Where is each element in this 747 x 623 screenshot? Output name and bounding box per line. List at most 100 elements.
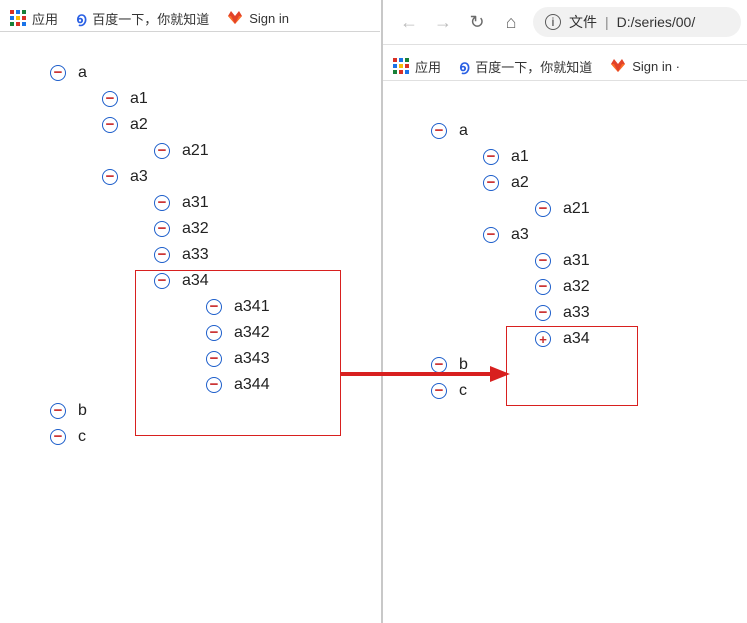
bookmark-apps-label: 应用 [32, 9, 58, 28]
collapse-icon[interactable]: − [50, 65, 66, 81]
tree-node-a32[interactable]: −a32 [154, 216, 270, 242]
bookmark-baidu-label: 百度一下，你就知道 [92, 9, 209, 28]
tree-label: a31 [563, 253, 590, 269]
tree-node-a21[interactable]: −a21 [535, 196, 590, 222]
bookmark-gitlab[interactable]: Sign in · [610, 58, 680, 74]
tree-label: a342 [234, 325, 270, 341]
tree-label: a21 [563, 201, 590, 217]
collapse-icon[interactable]: − [483, 175, 499, 191]
baidu-icon: ൭ [76, 10, 86, 27]
collapse-icon[interactable]: − [102, 91, 118, 107]
collapse-icon[interactable]: − [535, 201, 551, 217]
tree-label: c [459, 383, 467, 399]
separator [383, 80, 747, 81]
tree-label: a3 [511, 227, 529, 243]
tree-node-c[interactable]: −c [431, 378, 590, 404]
tree-label: a33 [563, 305, 590, 321]
baidu-icon: ൭ [459, 58, 469, 75]
tree-node-a[interactable]: −a [431, 118, 590, 144]
tree-node-a[interactable]: −a [50, 60, 270, 86]
collapse-icon[interactable]: − [431, 383, 447, 399]
tree-label: a33 [182, 247, 209, 263]
tree-node-a21[interactable]: −a21 [154, 138, 270, 164]
collapse-icon[interactable]: − [431, 357, 447, 373]
site-info-icon[interactable]: i [545, 14, 561, 30]
bookmark-gitlab[interactable]: Sign in [227, 10, 289, 26]
bookmark-baidu[interactable]: ൭ 百度一下，你就知道 [459, 57, 592, 76]
tree-node-a341[interactable]: −a341 [206, 294, 270, 320]
tree-node-a343[interactable]: −a343 [206, 346, 270, 372]
tree-label: a34 [563, 331, 590, 347]
collapse-icon[interactable]: − [154, 143, 170, 159]
tree-node-a3[interactable]: −a3 [483, 222, 590, 248]
expand-icon[interactable]: + [535, 331, 551, 347]
bookmark-baidu-label: 百度一下，你就知道 [475, 57, 592, 76]
bookmark-bar-left: 应用 ൭ 百度一下，你就知道 Sign in [0, 0, 385, 34]
tree-label: a3 [130, 169, 148, 185]
bookmark-gitlab-label: Sign in · [632, 59, 680, 74]
tree-node-a2[interactable]: −a2 [483, 170, 590, 196]
tree-label: b [78, 403, 87, 419]
collapse-icon[interactable]: − [154, 247, 170, 263]
tree-label: a34 [182, 273, 209, 289]
tree-left: −a −a1 −a2 −a21 −a3 −a31 −a32 −a33 −a34 … [50, 60, 270, 450]
tree-node-b[interactable]: −b [431, 352, 590, 378]
bookmark-apps-label: 应用 [415, 57, 441, 76]
bookmark-baidu[interactable]: ൭ 百度一下，你就知道 [76, 9, 209, 28]
collapse-icon[interactable]: − [206, 351, 222, 367]
address-divider: | [605, 14, 609, 30]
address-path: D:/series/00/ [617, 14, 696, 30]
collapse-icon[interactable]: − [206, 377, 222, 393]
tree-node-a1[interactable]: −a1 [483, 144, 590, 170]
forward-button[interactable]: → [431, 10, 455, 34]
tree-node-a31[interactable]: −a31 [535, 248, 590, 274]
tree-label: a32 [182, 221, 209, 237]
back-button[interactable]: ← [397, 10, 421, 34]
tree-node-a34[interactable]: + a34 [535, 326, 590, 352]
tree-node-a342[interactable]: −a342 [206, 320, 270, 346]
collapse-icon[interactable]: − [535, 279, 551, 295]
tree-node-a32[interactable]: −a32 [535, 274, 590, 300]
collapse-icon[interactable]: − [154, 273, 170, 289]
gitlab-icon [227, 10, 243, 26]
tree-node-a344[interactable]: −a344 [206, 372, 270, 398]
collapse-icon[interactable]: − [50, 403, 66, 419]
address-bar[interactable]: i 文件 | D:/series/00/ [533, 7, 741, 37]
tree-node-a1[interactable]: −a1 [102, 86, 270, 112]
collapse-icon[interactable]: − [431, 123, 447, 139]
tree-label: a [78, 65, 87, 81]
tree-label: a2 [130, 117, 148, 133]
collapse-icon[interactable]: − [206, 325, 222, 341]
browser-toolbar: ← → ↻ ⌂ i 文件 | D:/series/00/ [383, 0, 747, 44]
bookmark-apps[interactable]: 应用 [393, 57, 441, 76]
home-button[interactable]: ⌂ [499, 10, 523, 34]
tree-node-a34[interactable]: −a34 [154, 268, 270, 294]
tree-node-a2[interactable]: −a2 [102, 112, 270, 138]
tree-right: −a −a1 −a2 −a21 −a3 −a31 −a32 −a33 +a34 … [431, 118, 590, 404]
tree-label: a1 [511, 149, 529, 165]
gitlab-icon [610, 58, 626, 74]
collapse-icon[interactable]: − [535, 253, 551, 269]
collapse-icon[interactable]: − [483, 227, 499, 243]
tree-node-b[interactable]: −b [50, 398, 270, 424]
collapse-icon[interactable]: − [535, 305, 551, 321]
collapse-icon[interactable]: − [154, 221, 170, 237]
collapse-icon[interactable]: − [154, 195, 170, 211]
tree-node-a33[interactable]: −a33 [154, 242, 270, 268]
tree-node-a31[interactable]: −a31 [154, 190, 270, 216]
collapse-icon[interactable]: − [102, 117, 118, 133]
collapse-icon[interactable]: − [50, 429, 66, 445]
tree-node-c[interactable]: −c [50, 424, 270, 450]
reload-button[interactable]: ↻ [465, 10, 489, 34]
collapse-icon[interactable]: − [102, 169, 118, 185]
tree-node-a3[interactable]: −a3 [102, 164, 270, 190]
bookmark-apps[interactable]: 应用 [10, 9, 58, 28]
collapse-icon[interactable]: − [483, 149, 499, 165]
separator [0, 31, 380, 32]
address-scheme: 文件 [569, 12, 597, 32]
right-window: ← → ↻ ⌂ i 文件 | D:/series/00/ 应用 ൭ 百度一下，你… [381, 0, 747, 623]
tree-node-a33[interactable]: −a33 [535, 300, 590, 326]
tree-label: c [78, 429, 86, 445]
collapse-icon[interactable]: − [206, 299, 222, 315]
tree-label: a341 [234, 299, 270, 315]
